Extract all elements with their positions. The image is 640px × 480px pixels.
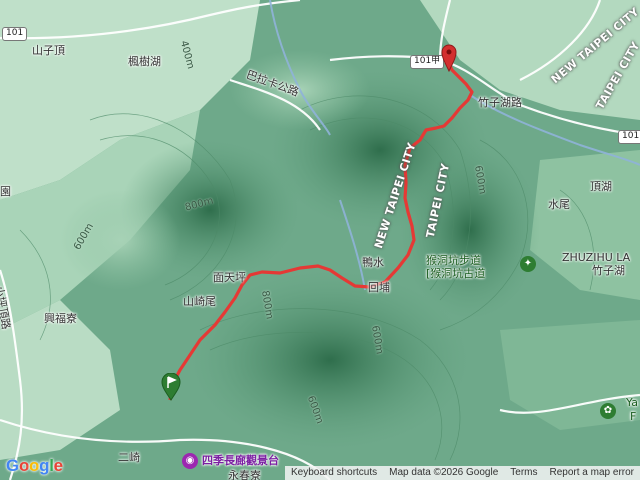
google-logo: Google [6,456,63,475]
label-zhuzihu-en: ZHUZIHU LA [562,251,631,264]
label-miantian: 面天坪 [213,271,246,284]
road-shield-101a: 101甲 [410,55,445,69]
label-dinghu: 頂湖 [590,180,612,193]
label-erqi: 二崎 [118,451,140,464]
label-yuan: 園 [0,185,11,198]
road-shield-101: 101 [2,27,28,41]
map-data-credit: Map data ©2026 Google [389,467,499,478]
poi-siji-viewpoint[interactable]: 四季長廊觀景台 [202,455,279,466]
label-yashui: 鴨水 [362,256,384,269]
label-shuiwei: 水尾 [548,198,570,211]
label-huibu: 回埔 [368,281,390,294]
label-right-f: F [630,410,637,423]
camera-poi-icon[interactable]: ◉ [182,453,198,469]
label-shanqiwei: 山崎尾 [183,295,216,308]
map-canvas[interactable]: 101 101甲 101 山子頂 楓樹湖 巴拉卡公路 竹子湖路 頂湖 水尾 ZH… [0,0,640,480]
red-pin-icon[interactable] [441,44,457,72]
label-yongchunliao: 永春寮 [228,469,261,480]
terms-link[interactable]: Terms [504,466,543,480]
road-shield-101-east: 101 [618,130,640,144]
label-zhuzihu-cn: 竹子湖 [592,264,625,277]
label-right-ya: Ya [626,396,638,409]
label-zhuzihu-road: 竹子湖路 [478,96,522,109]
trail-label-2: [猴洞坑古道 [426,267,486,280]
green-flag-icon[interactable] [161,373,181,401]
trail-poi-icon[interactable]: ✦ [520,256,536,272]
label-shanziding: 山子頂 [32,44,65,57]
report-map-error-link[interactable]: Report a map error [544,466,640,480]
park-poi-icon[interactable]: ✿ [600,403,616,419]
keyboard-shortcuts-link[interactable]: Keyboard shortcuts [285,466,383,480]
label-fengshuhu: 楓樹湖 [128,55,161,68]
label-xingfuliao: 興福寮 [44,312,77,325]
trail-label-1: 猴洞坑步道 [426,254,481,267]
attribution-bar: Keyboard shortcuts Map data ©2026 Google… [284,466,640,480]
